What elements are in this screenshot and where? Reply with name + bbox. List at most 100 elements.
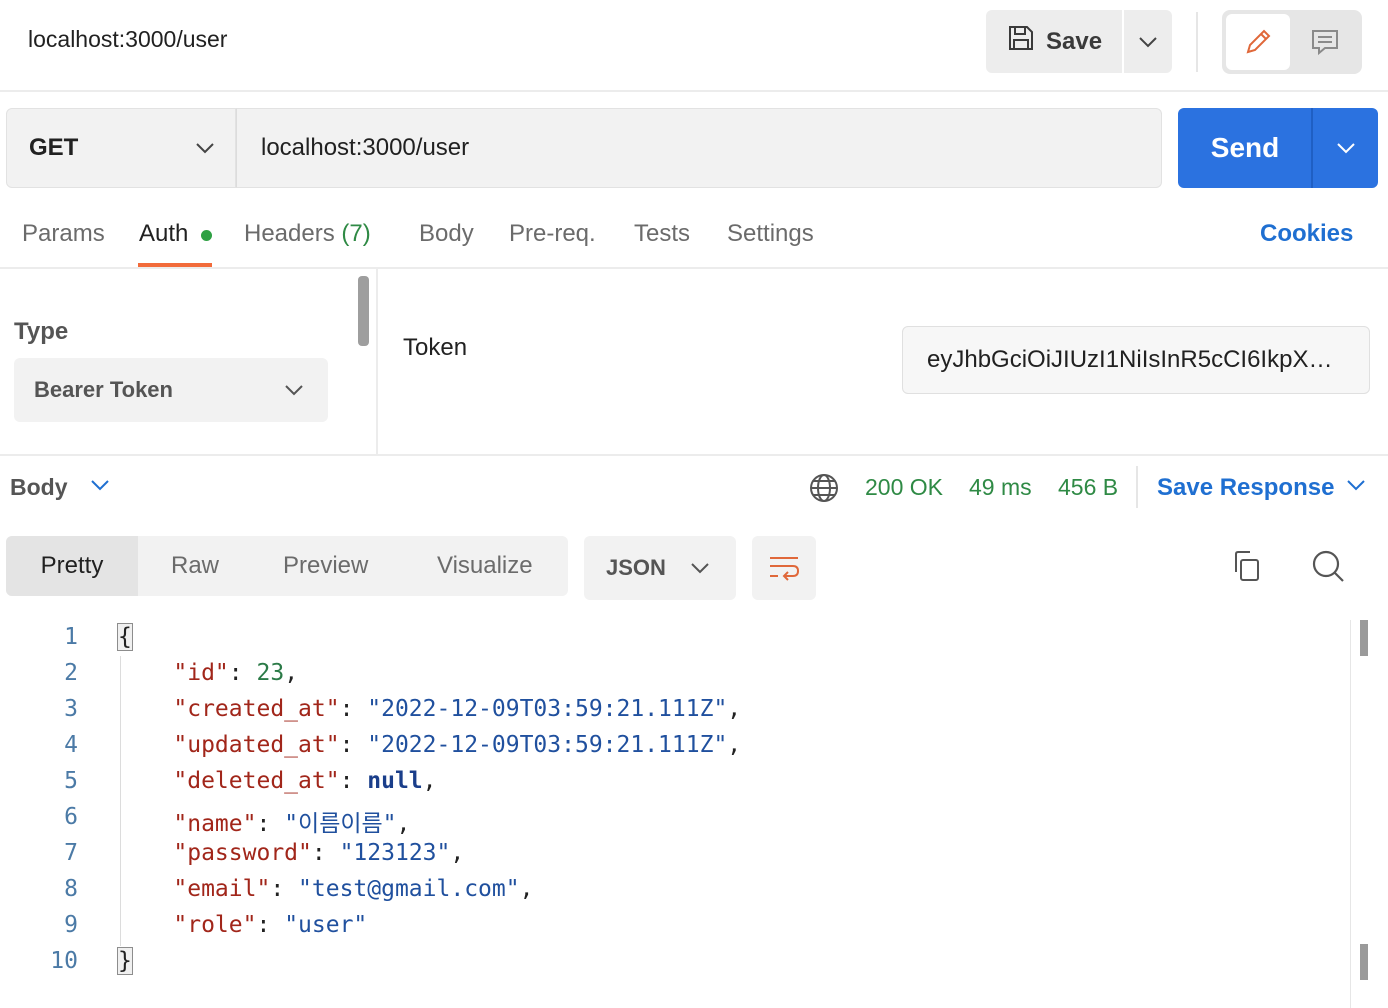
- search-icon[interactable]: [1310, 548, 1346, 589]
- format-select[interactable]: JSON: [584, 536, 736, 600]
- cookies-link[interactable]: Cookies: [1260, 220, 1353, 248]
- response-size[interactable]: 456 B: [1058, 474, 1118, 501]
- json-comma: ,: [422, 768, 437, 794]
- json-comma: ,: [284, 660, 299, 686]
- line-number: 7: [64, 840, 78, 866]
- code-line: "updated_at": "2022-12-09T03:59:21.111Z"…: [173, 732, 742, 758]
- chevron-down-icon: [91, 480, 109, 491]
- auth-type-value: Bearer Token: [34, 377, 173, 402]
- save-response-dropdown[interactable]: [1346, 478, 1366, 496]
- json-value: "2022-12-09T03:59:21.111Z": [367, 696, 728, 722]
- line-number: 5: [64, 768, 78, 794]
- tab-settings[interactable]: Settings: [727, 220, 814, 248]
- auth-response-divider: [0, 454, 1388, 456]
- save-label: Save: [1046, 27, 1103, 55]
- json-comma: ,: [727, 732, 742, 758]
- status-code[interactable]: 200 OK: [865, 474, 943, 501]
- json-key: "updated_at": [173, 732, 340, 758]
- line-number: 9: [64, 912, 78, 938]
- view-pretty[interactable]: Pretty: [6, 536, 138, 596]
- code-scrollbar-thumb[interactable]: [1360, 944, 1368, 980]
- line-number: 6: [64, 804, 78, 830]
- save-button[interactable]: Save: [986, 10, 1122, 73]
- tab-pre-request[interactable]: Pre-req.: [509, 220, 596, 248]
- auth-type-select[interactable]: Bearer Token: [14, 358, 328, 422]
- wrap-lines-button[interactable]: [752, 536, 816, 600]
- auth-panel-scrollbar[interactable]: [358, 276, 369, 346]
- edit-mode-button[interactable]: [1226, 14, 1290, 70]
- save-icon: [1006, 23, 1036, 60]
- line-number: 2: [64, 660, 78, 686]
- chevron-down-icon: [1139, 36, 1157, 47]
- code-line: "name": "이름이름",: [173, 811, 411, 837]
- comments-button[interactable]: [1292, 14, 1358, 70]
- chevron-down-icon: [196, 143, 214, 154]
- wrap-lines-icon: [770, 557, 800, 581]
- response-body-dropdown[interactable]: [90, 478, 110, 496]
- json-value: "user": [284, 912, 368, 938]
- code-scroll-track: [1350, 620, 1351, 1008]
- code-line: "email": "test@gmail.com",: [173, 876, 534, 902]
- request-title[interactable]: localhost:3000/user: [28, 26, 227, 53]
- globe-icon[interactable]: [808, 472, 840, 509]
- save-response-button[interactable]: Save Response: [1157, 474, 1334, 502]
- method-value: GET: [29, 134, 79, 161]
- response-time[interactable]: 49 ms: [969, 474, 1032, 501]
- method-select[interactable]: GET: [6, 108, 236, 188]
- response-body-label[interactable]: Body: [10, 474, 68, 501]
- auth-status-dot: [201, 230, 212, 241]
- json-value: "test@gmail.com": [298, 876, 520, 902]
- code-scrollbar-thumb[interactable]: [1360, 620, 1368, 656]
- tab-body[interactable]: Body: [419, 220, 474, 248]
- chevron-down-icon: [1336, 143, 1355, 154]
- token-label: Token: [403, 334, 468, 361]
- send-options-button[interactable]: [1313, 108, 1378, 188]
- open-brace: {: [117, 623, 133, 651]
- json-key: "created_at": [173, 696, 340, 722]
- url-input[interactable]: localhost:3000/user: [236, 108, 1162, 188]
- json-key: "email": [173, 876, 271, 902]
- code-line: "created_at": "2022-12-09T03:59:21.111Z"…: [173, 696, 742, 722]
- code-line: "password": "123123",: [173, 840, 465, 866]
- view-preview[interactable]: Preview: [283, 536, 368, 596]
- code-line: "deleted_at": null,: [173, 768, 437, 794]
- auth-type-label: Type: [14, 318, 69, 345]
- header-divider: [1196, 12, 1198, 72]
- code-line: }: [117, 947, 133, 975]
- json-comma: ,: [450, 840, 465, 866]
- code-line: {: [117, 623, 133, 651]
- tab-tests[interactable]: Tests: [634, 220, 690, 248]
- close-brace: }: [117, 947, 133, 975]
- code-line: "id": 23,: [173, 660, 299, 686]
- save-options-button[interactable]: [1124, 10, 1172, 73]
- line-number: 1: [64, 624, 78, 650]
- tab-headers-label: Headers: [244, 220, 335, 247]
- send-button[interactable]: Send: [1178, 108, 1312, 188]
- line-number: 4: [64, 732, 78, 758]
- json-value: null: [367, 768, 423, 794]
- line-number: 3: [64, 696, 78, 722]
- line-number: 10: [50, 948, 78, 974]
- json-comma: ,: [519, 876, 534, 902]
- line-number: 8: [64, 876, 78, 902]
- pencil-icon: [1246, 29, 1271, 54]
- auth-panel-divider: [376, 269, 378, 455]
- view-visualize[interactable]: Visualize: [437, 536, 533, 596]
- json-comma: ,: [396, 811, 411, 837]
- tab-auth[interactable]: Auth: [139, 220, 188, 248]
- response-divider: [1136, 466, 1138, 508]
- copy-icon[interactable]: [1230, 548, 1264, 589]
- token-input[interactable]: eyJhbGciOiJIUzI1NiIsInR5cCI6IkpXVCJ9: [902, 326, 1370, 394]
- json-key: "deleted_at": [173, 768, 340, 794]
- tab-headers-count: (7): [341, 220, 371, 247]
- format-value: JSON: [606, 555, 666, 580]
- response-code-view[interactable]: 1 2 3 4 5 6 7 8 9 10 { "id": 23, "create…: [0, 620, 1388, 1008]
- tab-headers[interactable]: Headers (7): [244, 220, 371, 248]
- tabs-divider: [0, 267, 1388, 269]
- tab-params[interactable]: Params: [22, 220, 105, 248]
- view-raw[interactable]: Raw: [171, 536, 219, 596]
- chevron-down-icon: [1347, 480, 1365, 491]
- json-key: "role": [173, 912, 257, 938]
- json-key: "id": [173, 660, 229, 686]
- token-value: eyJhbGciOiJIUzI1NiIsInR5cCI6IkpXVCJ9: [927, 346, 1347, 373]
